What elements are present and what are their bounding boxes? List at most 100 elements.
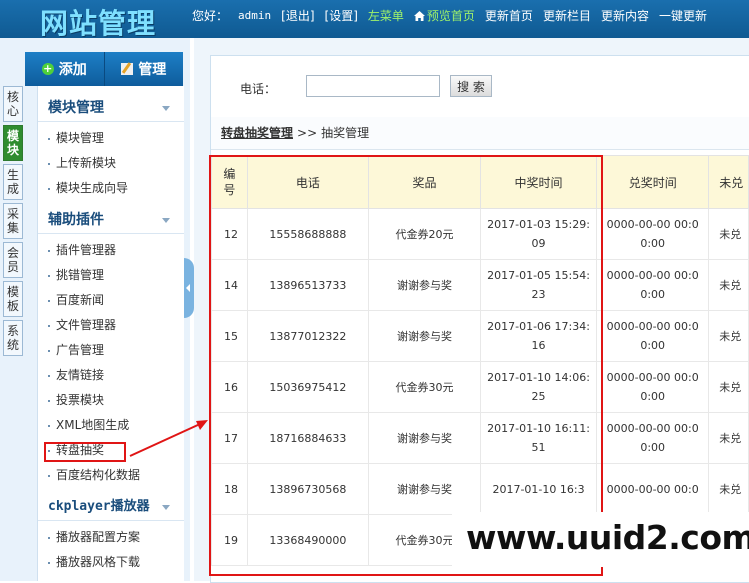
section-ckplayer[interactable]: ckplayer播放器 [38, 494, 184, 521]
bullet-icon [48, 399, 50, 402]
bullet-icon [48, 299, 50, 302]
tab-generate[interactable]: 生成 [3, 164, 23, 200]
one-click-update-link[interactable]: 一键更新 [659, 7, 707, 24]
menu-item-friend-links[interactable]: 友情链接 [38, 363, 184, 388]
side-header-buttons: + 添加 管理 [25, 52, 183, 86]
menu-item-module-wizard[interactable]: 模块生成向导 [38, 176, 184, 201]
menu-item-label: 插件管理器 [56, 243, 117, 257]
update-home-link[interactable]: 更新首页 [485, 7, 533, 24]
menu-item-label: 百度结构化数据 [56, 468, 141, 482]
cell-redeem-time: 0000-00-00 00:0 [596, 463, 710, 515]
plus-icon: + [41, 62, 54, 75]
cell-redeem-time: 0000-00-00 00:00:00 [596, 208, 710, 260]
menu-item-label: 广告管理 [56, 343, 105, 357]
menu-item-label: 播放器配置方案 [56, 530, 141, 544]
menu-item-label: 模块管理 [56, 131, 105, 145]
cell-status: 未兑 [708, 208, 749, 260]
bullet-icon [48, 474, 50, 477]
menu-item-module-management[interactable]: 模块管理 [38, 126, 184, 151]
column-header-redeem-time: 兑奖时间 [596, 155, 710, 209]
menu-item-label: XML地图生成 [56, 418, 130, 432]
tab-module[interactable]: 模块 [3, 125, 23, 161]
section-plugins[interactable]: 辅助插件 [38, 207, 184, 234]
menu-item-label: 投票模块 [56, 393, 105, 407]
pencil-icon [121, 63, 134, 75]
menu-item-file-manager[interactable]: 文件管理器 [38, 313, 184, 338]
update-columns-link[interactable]: 更新栏目 [543, 7, 591, 24]
cell-redeem-time: 0000-00-00 00:00:00 [596, 310, 710, 362]
bullet-icon [48, 274, 50, 277]
bullet-icon [48, 349, 50, 352]
watermark: www.uuid2.com [452, 512, 749, 567]
add-tab-button[interactable]: + 添加 [25, 52, 105, 86]
home-icon [413, 10, 425, 21]
menu-item-error-report[interactable]: 挑错管理 [38, 263, 184, 288]
section-title: 辅助插件 [48, 212, 104, 228]
phone-search-label: 电话： [240, 82, 277, 96]
sidebar-collapse-handle[interactable] [184, 258, 194, 318]
bullet-icon [48, 324, 50, 327]
add-tab-label: 添加 [58, 62, 87, 78]
breadcrumb-current: 抽奖管理 [321, 126, 370, 140]
breadcrumb-separator: >> [297, 126, 318, 140]
greeting-label: 您好： [192, 8, 229, 23]
bullet-icon [48, 561, 50, 564]
menu-item-label: 文件管理器 [56, 318, 117, 332]
menu-item-player-config[interactable]: 播放器配置方案 [38, 525, 184, 550]
cell-status: 未兑 [708, 463, 749, 515]
cell-status: 未兑 [708, 259, 749, 311]
site-logo: 网站管理 [40, 7, 157, 40]
tab-collect[interactable]: 采集 [3, 203, 23, 239]
cell-redeem-time: 0000-00-00 00:00:00 [596, 259, 710, 311]
search-button[interactable]: 搜 索 [450, 75, 492, 97]
breadcrumb-parent-link[interactable]: 转盘抽奖管理 [221, 126, 293, 140]
menu-item-label: 模块生成向导 [56, 181, 129, 195]
menu-item-upload-module[interactable]: 上传新模块 [38, 151, 184, 176]
cell-status: 未兑 [708, 310, 749, 362]
preview-home-link[interactable]: 预览首页 [413, 7, 475, 24]
watermark-text: www.uuid2.com [466, 518, 749, 557]
section-title: 模块管理 [48, 100, 104, 116]
side-menu: 模块管理 模块管理 上传新模块 模块生成向导 辅助插件 插件管理器 挑错管理 百… [37, 86, 184, 581]
top-menu: 您好： admin [退出] [设置] 左菜单 预览首页 更新首页 更新栏目 更… [192, 0, 717, 30]
menu-item-baidu-news[interactable]: 百度新闻 [38, 288, 184, 313]
preview-home-label: 预览首页 [426, 8, 475, 23]
menu-item-player-skin-download[interactable]: 播放器风格下载 [38, 550, 184, 575]
menu-item-label: 百度新闻 [56, 293, 105, 307]
section-title: ckplayer播放器 [48, 499, 150, 514]
menu-item-label: 挑错管理 [56, 268, 105, 282]
tab-system[interactable]: 系统 [3, 320, 23, 356]
bullet-icon [48, 536, 50, 539]
red-arrow-icon [129, 420, 208, 457]
chevron-down-icon [162, 505, 170, 510]
bullet-icon [48, 249, 50, 252]
phone-search-input[interactable] [306, 75, 440, 97]
menu-item-label: 播放器风格下载 [56, 555, 141, 569]
cell-status: 未兑 [708, 412, 749, 464]
settings-link[interactable]: [设置] [325, 7, 358, 24]
menu-item-ad-management[interactable]: 广告管理 [38, 338, 184, 363]
menu-item-baidu-structured-data[interactable]: 百度结构化数据 [38, 463, 184, 488]
manage-tab-label: 管理 [138, 62, 167, 78]
manage-tab-button[interactable]: 管理 [105, 52, 184, 86]
top-header-bar: 网站管理 您好： admin [退出] [设置] 左菜单 预览首页 更新首页 更… [0, 0, 749, 40]
chevron-down-icon [162, 218, 170, 223]
menu-item-plugin-manager[interactable]: 插件管理器 [38, 238, 184, 263]
tab-member[interactable]: 会员 [3, 242, 23, 278]
logout-link[interactable]: [退出] [281, 7, 314, 24]
tab-template[interactable]: 模板 [3, 281, 23, 317]
update-content-link[interactable]: 更新内容 [601, 7, 649, 24]
breadcrumb: 转盘抽奖管理 >> 抽奖管理 [211, 117, 749, 150]
vertical-category-tabs: 核心 模块 生成 采集 会员 模板 系统 [3, 86, 23, 359]
bullet-icon [48, 374, 50, 377]
tab-core[interactable]: 核心 [3, 86, 23, 122]
chevron-down-icon [162, 106, 170, 111]
section-module-management[interactable]: 模块管理 [38, 95, 184, 122]
bullet-icon [48, 162, 50, 165]
bullet-icon [48, 137, 50, 140]
column-header-status: 未兑 [708, 155, 749, 209]
username-label: admin [238, 8, 272, 22]
bullet-icon [48, 187, 50, 190]
left-menu-link[interactable]: 左菜单 [368, 7, 404, 24]
highlight-box-lucky-wheel [44, 442, 126, 462]
